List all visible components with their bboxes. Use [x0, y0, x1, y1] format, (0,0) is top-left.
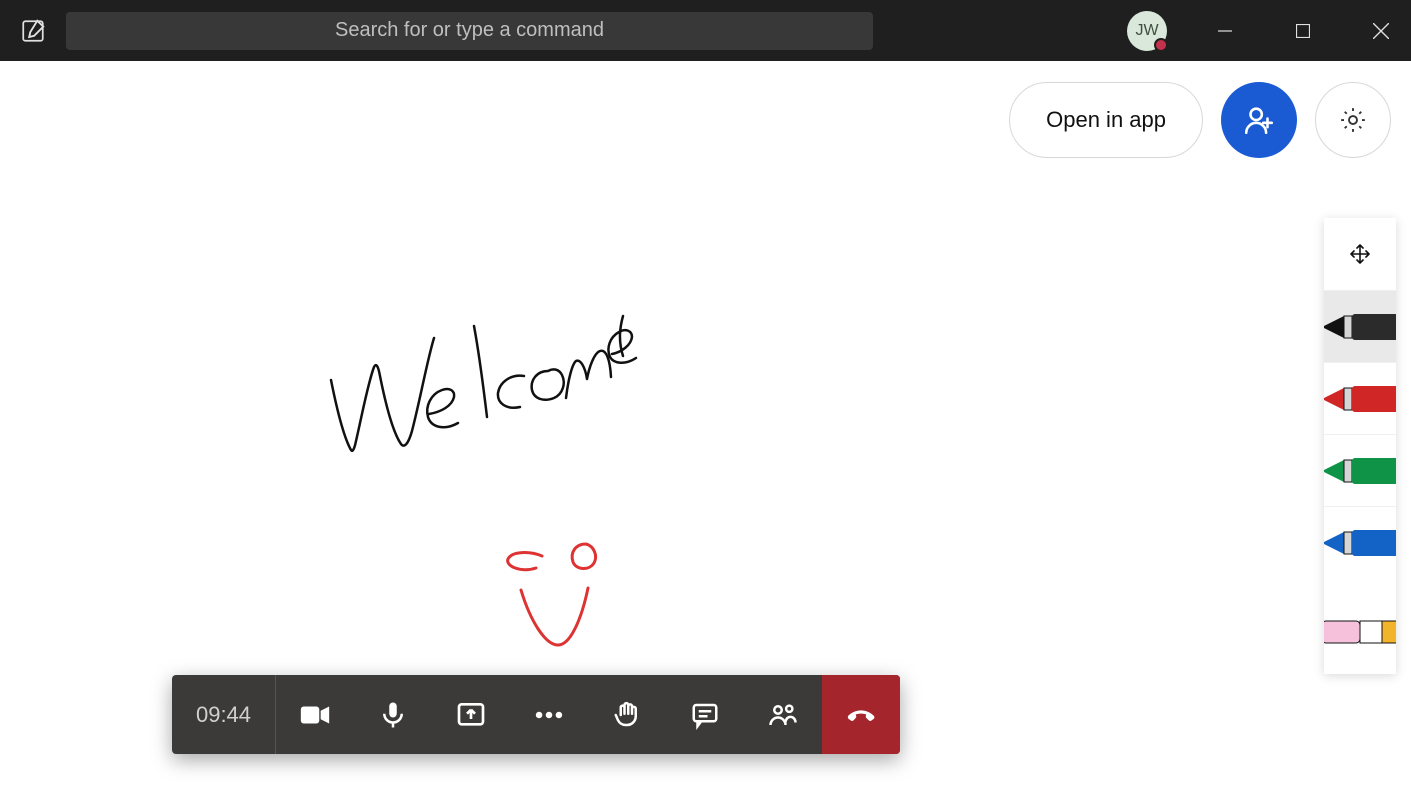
- red-pen[interactable]: [1324, 362, 1396, 434]
- move-tool[interactable]: [1324, 218, 1396, 290]
- compose-icon: [20, 18, 46, 44]
- compose-button[interactable]: [18, 16, 48, 46]
- share-screen-button[interactable]: [432, 675, 510, 754]
- gear-icon: [1338, 105, 1368, 135]
- ellipsis-icon: [532, 698, 566, 732]
- move-icon: [1348, 242, 1372, 266]
- eraser-tool[interactable]: [1324, 596, 1396, 668]
- maximize-icon: [1296, 24, 1310, 38]
- raise-hand-icon: [612, 700, 642, 730]
- chat-button[interactable]: [666, 675, 744, 754]
- presence-badge: [1154, 38, 1168, 52]
- titlebar: Search for or type a command JW: [0, 0, 1411, 61]
- whiteboard-controls: Open in app: [1009, 82, 1391, 158]
- pen-icon-green: [1324, 456, 1396, 486]
- window-minimize-button[interactable]: [1195, 0, 1255, 61]
- open-in-app-label: Open in app: [1046, 107, 1166, 133]
- handwriting-welcome: [331, 316, 636, 451]
- meeting-control-bar: 09:44: [172, 675, 900, 754]
- raise-hand-button[interactable]: [588, 675, 666, 754]
- add-person-icon: [1242, 103, 1276, 137]
- participants-button[interactable]: [744, 675, 822, 754]
- eraser-icon: [1324, 617, 1396, 647]
- avatar[interactable]: JW: [1127, 11, 1167, 51]
- minimize-icon: [1218, 24, 1232, 38]
- elapsed-time: 09:44: [196, 702, 251, 728]
- search-input[interactable]: Search for or type a command: [66, 12, 873, 50]
- people-icon: [768, 700, 798, 730]
- microphone-icon: [378, 700, 408, 730]
- add-participant-button[interactable]: [1221, 82, 1297, 158]
- whiteboard-settings-button[interactable]: [1315, 82, 1391, 158]
- close-icon: [1373, 23, 1389, 39]
- window-maximize-button[interactable]: [1273, 0, 1333, 61]
- pen-icon-red: [1324, 384, 1396, 414]
- blue-pen[interactable]: [1324, 506, 1396, 578]
- hang-up-icon: [843, 697, 879, 733]
- mic-toggle-button[interactable]: [354, 675, 432, 754]
- video-icon: [298, 698, 332, 732]
- meeting-timer: 09:44: [172, 675, 276, 754]
- camera-toggle-button[interactable]: [276, 675, 354, 754]
- open-in-app-button[interactable]: Open in app: [1009, 82, 1203, 158]
- pen-icon-blue: [1324, 528, 1396, 558]
- more-options-button[interactable]: [510, 675, 588, 754]
- search-placeholder-text: Search for or type a command: [335, 19, 604, 42]
- pen-toolbar: [1324, 218, 1396, 674]
- hang-up-button[interactable]: [822, 675, 900, 754]
- green-pen[interactable]: [1324, 434, 1396, 506]
- avatar-initials: JW: [1135, 22, 1158, 40]
- pen-icon-black: [1324, 312, 1396, 342]
- chat-icon: [690, 700, 720, 730]
- window-close-button[interactable]: [1351, 0, 1411, 61]
- handwriting-smiley: [508, 544, 596, 645]
- black-pen[interactable]: [1324, 290, 1396, 362]
- share-icon: [455, 699, 487, 731]
